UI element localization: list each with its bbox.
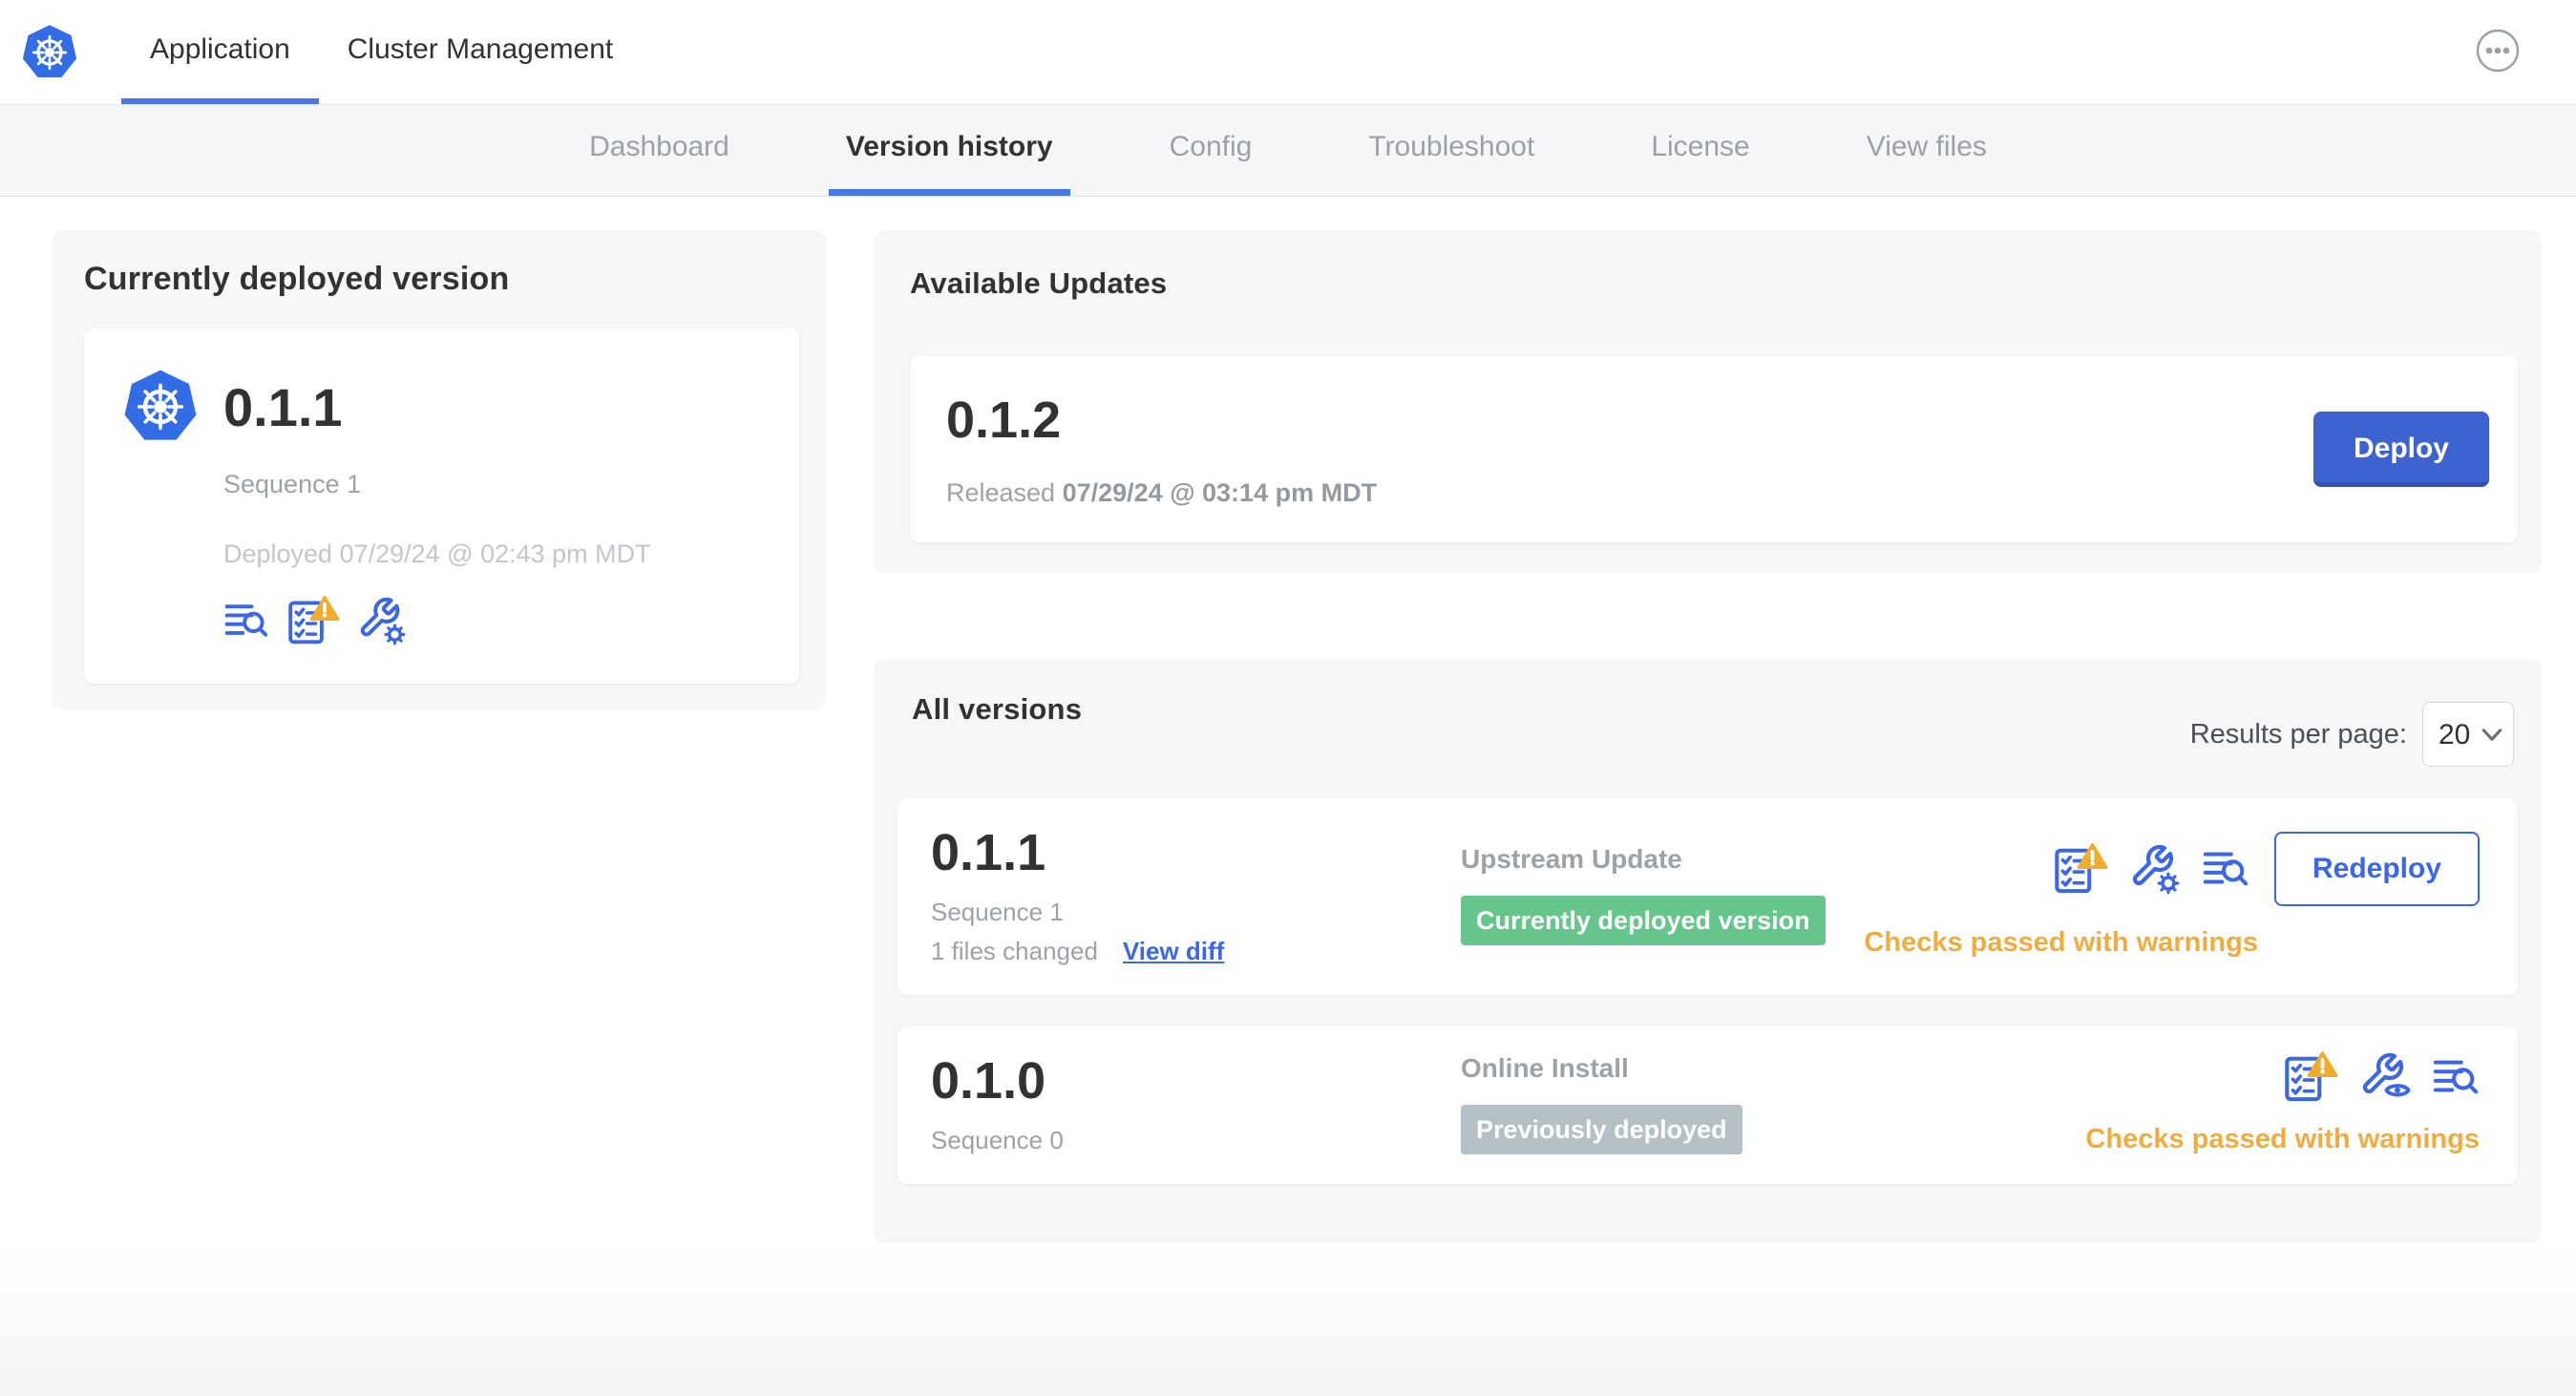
results-per-page-label: Results per page: xyxy=(2189,718,2407,750)
main-content: Currently deployed version 0.1.1 Sequenc… xyxy=(0,197,2576,1243)
status-badge: Currently deployed version xyxy=(1461,896,1826,945)
available-update-row: 0.1.2 Released 07/29/24 @ 03:14 pm MDT D… xyxy=(910,356,2518,542)
status-badge: Previously deployed xyxy=(1461,1104,1742,1154)
logs-icon[interactable] xyxy=(223,599,269,643)
kubernetes-logo-icon xyxy=(21,23,78,104)
version-row-0-1-1: 0.1.1 Sequence 1 1 files changed View di… xyxy=(897,798,2518,995)
all-versions-card: All versions Results per page: 20 0.1.1 … xyxy=(874,659,2542,1243)
version-row-0-1-0: 0.1.0 Sequence 0 Online Install Previous… xyxy=(897,1026,2518,1184)
tab-config[interactable]: Config xyxy=(1152,105,1270,196)
available-updates-title: Available Updates xyxy=(910,266,1168,300)
version-source: Online Install xyxy=(1461,1052,1629,1083)
deploy-button[interactable]: Deploy xyxy=(2312,412,2489,487)
results-per-page-select[interactable]: 20 xyxy=(2422,702,2514,767)
deployed-version-number: 0.1.1 xyxy=(223,376,343,437)
tab-dashboard[interactable]: Dashboard xyxy=(572,105,747,196)
preflight-checks-warning-icon[interactable] xyxy=(2053,843,2108,895)
tab-cluster-management[interactable]: Cluster Management xyxy=(319,0,642,104)
app-subnav: Dashboard Version history Config Trouble… xyxy=(0,105,2576,197)
currently-deployed-title: Currently deployed version xyxy=(84,261,510,297)
version-source: Upstream Update xyxy=(1461,844,1682,874)
tab-application[interactable]: Application xyxy=(121,0,319,104)
app-footer: v1.112.1 xyxy=(0,1243,2576,1396)
results-per-page-select-wrap: 20 xyxy=(2422,702,2514,767)
config-icon[interactable] xyxy=(357,596,407,645)
tab-troubleshoot[interactable]: Troubleshoot xyxy=(1351,105,1552,196)
update-version-number: 0.1.2 xyxy=(946,391,1062,449)
currently-deployed-version-panel: 0.1.1 Sequence 1 Deployed 07/29/24 @ 02:… xyxy=(84,328,799,684)
all-versions-title: All versions xyxy=(912,692,1083,726)
deployed-sequence: Sequence 1 xyxy=(223,470,362,498)
deployed-timestamp: Deployed 07/29/24 @ 02:43 pm MDT xyxy=(223,539,651,568)
view-diff-link[interactable]: View diff xyxy=(1123,937,1224,966)
files-changed-count: 1 files changed xyxy=(931,937,1098,965)
version-sequence: Sequence 0 xyxy=(931,1126,1064,1154)
tab-license[interactable]: License xyxy=(1634,105,1766,196)
header-tabs: Application Cluster Management xyxy=(121,0,642,104)
preflight-status-text: Checks passed with warnings xyxy=(1864,926,2258,958)
config-view-icon[interactable] xyxy=(2359,1051,2411,1103)
available-updates-card: Available Updates 0.1.2 Released 07/29/2… xyxy=(874,230,2542,573)
app-logo-icon xyxy=(122,369,199,445)
version-number: 0.1.0 xyxy=(931,1052,1046,1110)
preflight-checks-warning-icon[interactable] xyxy=(2283,1051,2338,1103)
app-header: Application Cluster Management xyxy=(0,0,2576,105)
tab-version-history[interactable]: Version history xyxy=(828,105,1070,196)
preflight-status-text: Checks passed with warnings xyxy=(2085,1124,2480,1154)
currently-deployed-card: Currently deployed version 0.1.1 Sequenc… xyxy=(53,230,826,710)
config-icon[interactable] xyxy=(2129,843,2181,895)
preflight-checks-warning-icon[interactable] xyxy=(286,596,340,645)
overflow-menu-icon[interactable] xyxy=(2475,28,2521,74)
logs-icon[interactable] xyxy=(2432,1054,2480,1100)
logs-icon[interactable] xyxy=(2202,846,2249,892)
update-released-timestamp: Released 07/29/24 @ 03:14 pm MDT xyxy=(946,478,1378,507)
version-number: 0.1.1 xyxy=(931,824,1046,881)
version-sequence: Sequence 1 xyxy=(931,898,1064,926)
tab-view-files[interactable]: View files xyxy=(1849,105,2004,196)
redeploy-button[interactable]: Redeploy xyxy=(2273,831,2480,906)
